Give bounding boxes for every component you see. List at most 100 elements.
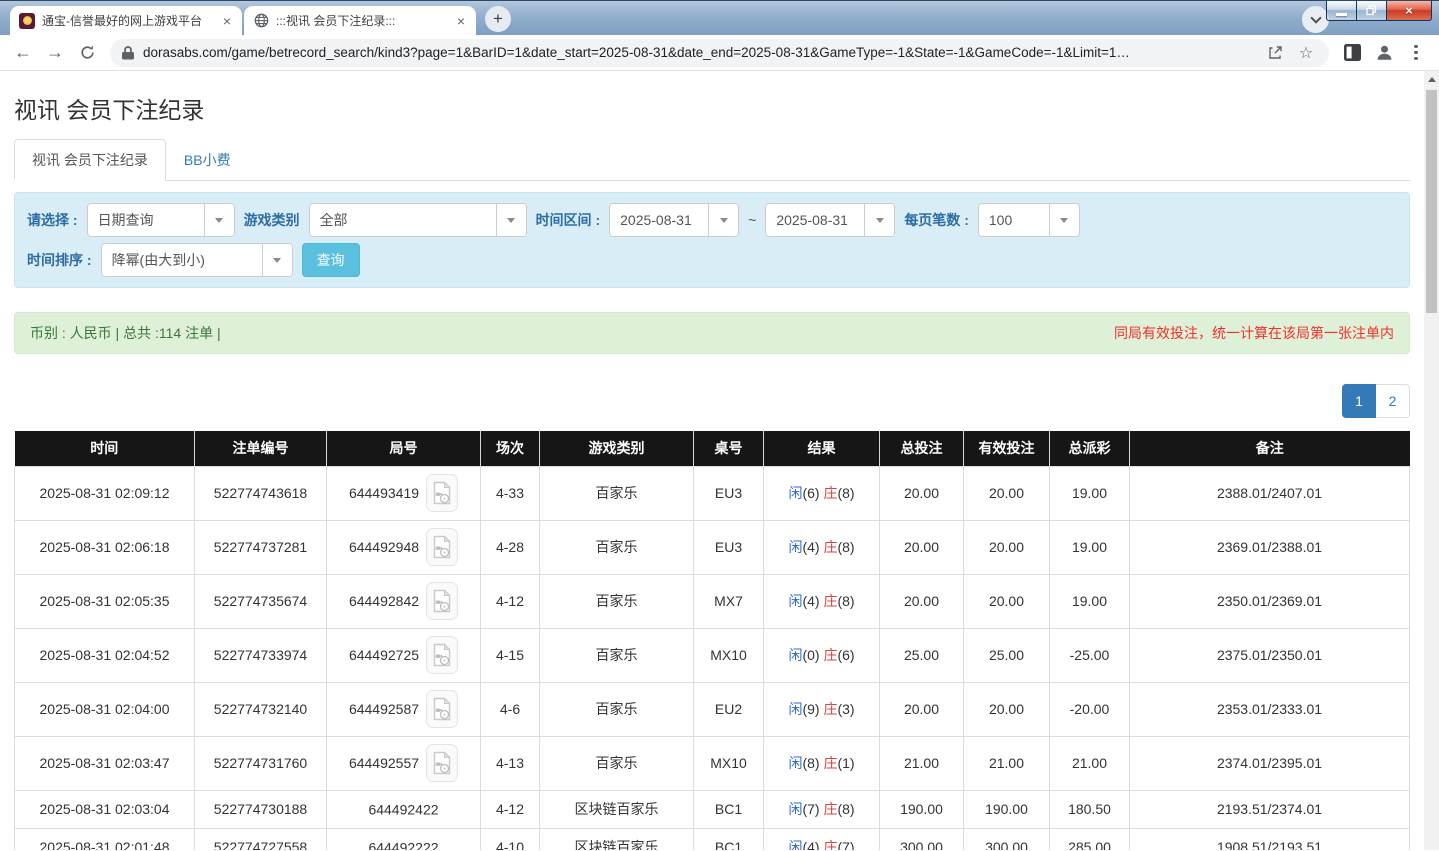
tab-search-button[interactable] [1302, 6, 1329, 33]
cell-payout: -25.00 [1049, 627, 1130, 683]
cell-session: 4-6 [480, 681, 540, 737]
video-replay-button[interactable] [426, 690, 459, 728]
cell-game-type: 百家乐 [539, 465, 694, 521]
browser-titlebar: 通宝-信誉最好的网上游戏平台 × :::视讯 会员下注纪录::: × + × [0, 0, 1439, 35]
query-type-select[interactable]: 日期查询 [86, 203, 235, 237]
result-player-label: 闲 [788, 755, 803, 771]
result-count: (8) [802, 755, 824, 771]
dropdown-caret[interactable] [1048, 204, 1079, 236]
cell-round-id: 644492557 [326, 735, 481, 791]
cell-total-bet[interactable]: 300.00 [879, 827, 964, 850]
scrollbar-thumb[interactable] [1426, 90, 1437, 313]
bookmark-button[interactable]: ☆ [1295, 42, 1317, 64]
window-close-button[interactable]: × [1386, 1, 1432, 21]
cell-result: 闲(4) 庄(7) [763, 827, 880, 850]
share-button[interactable] [1264, 42, 1286, 64]
video-replay-button[interactable] [426, 582, 459, 620]
page-size-value: 100 [988, 212, 1013, 228]
cell-remark: 2388.01/2407.01 [1129, 465, 1410, 521]
pagination-page-2[interactable]: 2 [1376, 384, 1410, 418]
video-replay-button[interactable] [426, 636, 459, 674]
side-panel-button[interactable] [1337, 38, 1367, 68]
cell-total-bet[interactable]: 20.00 [879, 681, 964, 737]
page-viewport: 视讯 会员下注纪录 视讯 会员下注纪录 BB小费 请选择 : 日期查询 游戏类别… [0, 71, 1439, 850]
cell-session: 4-13 [480, 735, 540, 791]
cell-payout: 19.00 [1049, 519, 1130, 575]
new-tab-button[interactable]: + [485, 6, 511, 32]
browser-tab-betrecord[interactable]: :::视讯 会员下注纪录::: × [244, 6, 476, 35]
date-end-value: 2025-08-31 [776, 212, 848, 228]
cell-payout: -20.00 [1049, 681, 1130, 737]
result-player-label: 闲 [788, 539, 803, 555]
game-type-select[interactable]: 全部 [308, 203, 527, 237]
video-record-icon [433, 535, 451, 559]
result-banker-label: 庄 [823, 701, 838, 717]
col-round-id: 局号 [326, 431, 481, 466]
menu-button[interactable] [1401, 38, 1431, 68]
result-count: (8) [837, 539, 855, 555]
window-minimize-button[interactable] [1326, 1, 1356, 21]
chevron-down-icon [1309, 11, 1322, 24]
date-range-label: 时间区间 : [535, 212, 601, 228]
date-start-select[interactable]: 2025-08-31 [609, 203, 740, 237]
cell-table-no: MX10 [693, 735, 764, 791]
dropdown-caret[interactable] [864, 204, 895, 236]
cell-total-bet[interactable]: 20.00 [879, 465, 964, 521]
result-count: (6) [802, 485, 824, 501]
dropdown-caret[interactable] [495, 204, 526, 236]
address-bar[interactable]: dorasabs.com/game/betrecord_search/kind3… [110, 38, 1329, 67]
dropdown-caret[interactable] [203, 204, 234, 236]
forward-button[interactable]: → [40, 38, 70, 68]
date-start-value: 2025-08-31 [620, 212, 692, 228]
search-button[interactable]: 查询 [301, 243, 360, 277]
browser-tab-tongbao[interactable]: 通宝-信誉最好的网上游戏平台 × [10, 6, 242, 35]
cell-game-type: 百家乐 [539, 519, 694, 575]
dropdown-caret[interactable] [261, 244, 292, 276]
cell-total-bet[interactable]: 190.00 [879, 789, 964, 829]
pagination-page-1[interactable]: 1 [1342, 384, 1376, 418]
round-id-text: 644493419 [348, 485, 420, 501]
vertical-scrollbar[interactable] [1424, 71, 1439, 850]
video-record-icon [433, 697, 451, 721]
cell-valid-bet: 20.00 [963, 465, 1050, 521]
caret-down-icon [875, 218, 884, 227]
profile-button[interactable] [1369, 38, 1399, 68]
result-player-label: 闲 [788, 701, 803, 717]
cell-payout: 19.00 [1049, 465, 1130, 521]
result-player-label: 闲 [788, 839, 803, 850]
dropdown-caret[interactable] [708, 204, 739, 236]
avatar-icon [1377, 45, 1391, 60]
tab-bb-tip[interactable]: BB小费 [166, 139, 249, 181]
table-row: 2025-08-31 02:03:47 522774731760 644492557… [14, 735, 1410, 791]
scrollbar-up-arrow-icon[interactable] [1424, 71, 1439, 87]
tab-close-icon[interactable]: × [221, 14, 233, 28]
filter-row-1: 请选择 : 日期查询 游戏类别 全部 时间区间 : 2025-08-31 ~ 2 [27, 203, 1397, 237]
video-replay-button[interactable] [426, 474, 459, 512]
video-replay-button[interactable] [426, 528, 459, 566]
back-button[interactable]: ← [8, 38, 38, 68]
date-end-select[interactable]: 2025-08-31 [765, 203, 896, 237]
side-panel-icon [1343, 44, 1361, 61]
cell-remark: 2374.01/2395.01 [1129, 735, 1410, 791]
col-session: 场次 [480, 431, 540, 466]
col-remark: 备注 [1129, 431, 1410, 466]
result-banker-label: 庄 [823, 539, 838, 555]
cell-total-bet[interactable]: 21.00 [879, 735, 964, 791]
reload-button[interactable] [72, 38, 102, 68]
window-maximize-button[interactable] [1356, 1, 1386, 21]
tab-title: 通宝-信誉最好的网上游戏平台 [42, 14, 202, 28]
page-size-select[interactable]: 100 [977, 203, 1080, 237]
cell-total-bet[interactable]: 25.00 [879, 627, 964, 683]
cell-time: 2025-08-31 02:04:00 [14, 681, 195, 737]
cell-total-bet[interactable]: 20.00 [879, 519, 964, 575]
cell-time: 2025-08-31 02:01:48 [14, 827, 195, 850]
cell-total-bet[interactable]: 20.00 [879, 573, 964, 629]
cell-time: 2025-08-31 02:09:12 [14, 465, 195, 521]
round-id-text: 644492587 [348, 701, 420, 717]
time-sort-select[interactable]: 降幂(由大到小) [100, 243, 293, 277]
video-replay-button[interactable] [426, 744, 459, 782]
tab-betrecord[interactable]: 视讯 会员下注纪录 [14, 139, 166, 181]
result-banker-label: 庄 [823, 755, 838, 771]
cell-bet-id: 522774731760 [194, 735, 327, 791]
tab-close-icon[interactable]: × [455, 14, 467, 28]
